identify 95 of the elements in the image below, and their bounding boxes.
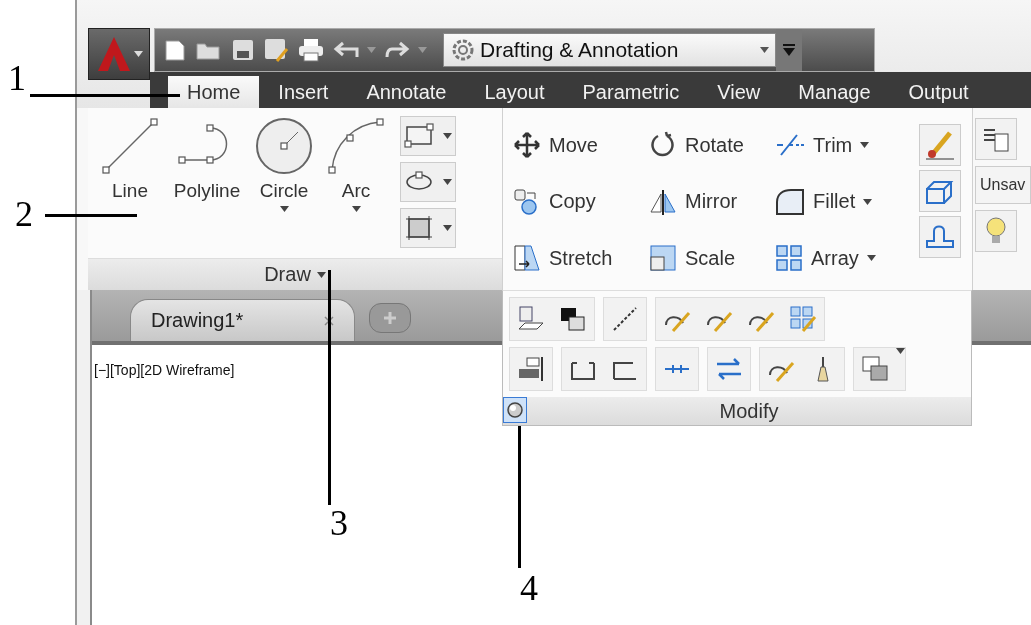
ribbon-tab[interactable]: Home	[168, 76, 260, 108]
layer-properties-button[interactable]	[975, 118, 1017, 160]
modify-tool-button[interactable]: Array	[773, 237, 911, 280]
brush-icon	[924, 129, 956, 161]
draw-tool-button[interactable]: Polyline	[168, 116, 246, 258]
callout-number: 4	[520, 570, 538, 606]
stretch-icon	[513, 244, 541, 273]
draw-tool-button[interactable]: Circle	[250, 116, 318, 258]
rectangle-icon	[404, 123, 434, 149]
workspace-dropdown[interactable]: Drafting & Annotation	[443, 33, 776, 67]
undo-icon	[333, 40, 359, 60]
document-icon	[163, 38, 187, 62]
join-icon	[663, 364, 691, 374]
ellipse-button[interactable]	[400, 162, 456, 202]
ribbon-tab[interactable]: Parametric	[563, 76, 699, 108]
modify-tool-button[interactable]: Trim	[773, 124, 911, 166]
pin-button[interactable]	[503, 397, 527, 423]
dashed-line-icon	[611, 305, 639, 333]
undo-button[interactable]	[333, 40, 359, 60]
caret-icon	[760, 47, 769, 53]
layer-icon	[517, 305, 545, 333]
offset-button[interactable]	[919, 216, 961, 258]
hatch-icon	[404, 214, 434, 242]
tab-label: Drawing1*	[151, 309, 244, 332]
explode-button[interactable]	[919, 170, 961, 212]
caret-icon	[418, 47, 427, 53]
gear-icon	[450, 37, 476, 63]
rotate-icon	[649, 131, 677, 159]
modify-tool-button[interactable]: Stretch	[511, 237, 647, 280]
draw-tool-button[interactable]: Line	[96, 116, 164, 258]
arc-icon	[326, 116, 386, 176]
modify-tool-button[interactable]: Rotate	[647, 124, 773, 166]
redo-icon	[384, 40, 410, 60]
caret-icon	[896, 348, 905, 354]
callout-number: 1	[8, 60, 26, 96]
offset-icon	[924, 223, 956, 251]
ribbon-tab[interactable]: View	[698, 76, 780, 108]
close-icon	[324, 315, 334, 326]
new-tab-button[interactable]	[369, 303, 411, 333]
floppy-icon	[231, 38, 255, 62]
lightbulb-icon	[984, 216, 1008, 246]
circle-icon	[254, 116, 314, 176]
modify-tool-button[interactable]: Move	[511, 124, 647, 166]
caret-icon	[367, 47, 376, 53]
viewport-controls[interactable]: [−][Top][2D Wireframe]	[94, 362, 235, 378]
layer-dropdown[interactable]: Unsav	[975, 166, 1031, 204]
print-button[interactable]	[297, 37, 325, 63]
save-button[interactable]	[231, 38, 255, 62]
ribbon-tab[interactable]: Insert	[259, 76, 348, 108]
redo-button[interactable]	[384, 40, 410, 60]
caret-icon	[316, 271, 326, 278]
ribbon-tab[interactable]: Layout	[465, 76, 564, 108]
erase-button[interactable]	[919, 124, 961, 166]
pin-icon	[506, 401, 524, 419]
floppy-pencil-icon	[263, 37, 289, 63]
grid-pencil-icon	[789, 305, 817, 333]
modify-tool-button[interactable]: Fillet	[773, 180, 911, 223]
caret-icon	[443, 179, 452, 185]
move-icon	[513, 131, 541, 159]
tool-label: Arc	[341, 180, 371, 202]
stacked-squares-icon	[861, 355, 889, 383]
hatch-button[interactable]	[400, 208, 456, 248]
document-tab[interactable]: Drawing1*	[130, 299, 355, 341]
mirror-icon	[649, 187, 677, 216]
tool-label: Line	[112, 180, 148, 202]
caret-icon	[133, 51, 143, 57]
tool-label: Circle	[259, 180, 309, 202]
new-button[interactable]	[163, 38, 187, 62]
line-icon	[100, 116, 160, 176]
caret-icon	[443, 133, 452, 139]
array-icon	[775, 244, 803, 273]
plus-icon	[383, 311, 397, 325]
menu-caret-icon	[783, 44, 795, 56]
modify-tool-button[interactable]: Copy	[511, 180, 647, 223]
modify-tool-button[interactable]: Mirror	[647, 180, 773, 223]
align-icon	[517, 355, 545, 383]
callout-number: 2	[15, 196, 33, 232]
panel-title-button[interactable]: Draw	[88, 258, 502, 290]
ribbon-tab[interactable]: Manage	[779, 76, 890, 108]
ribbon-tab[interactable]: Output	[889, 76, 988, 108]
printer-icon	[297, 37, 325, 63]
scale-icon	[649, 244, 677, 273]
panel-title: Modify	[718, 399, 780, 424]
tool-label: Polyline	[173, 180, 241, 202]
draw-tool-button[interactable]: Arc	[322, 116, 390, 258]
callout-number: 3	[330, 505, 348, 541]
logo-icon	[95, 35, 132, 73]
draw-order-icon	[559, 305, 587, 333]
fillet-icon	[775, 187, 805, 216]
modify-tool-button[interactable]: Scale	[647, 237, 773, 280]
ribbon-tab[interactable]: Annotate	[347, 76, 466, 108]
rectangle-button[interactable]	[400, 116, 456, 156]
save-as-button[interactable]	[263, 37, 289, 63]
application-menu-button[interactable]	[88, 28, 150, 80]
caret-icon	[443, 225, 452, 231]
